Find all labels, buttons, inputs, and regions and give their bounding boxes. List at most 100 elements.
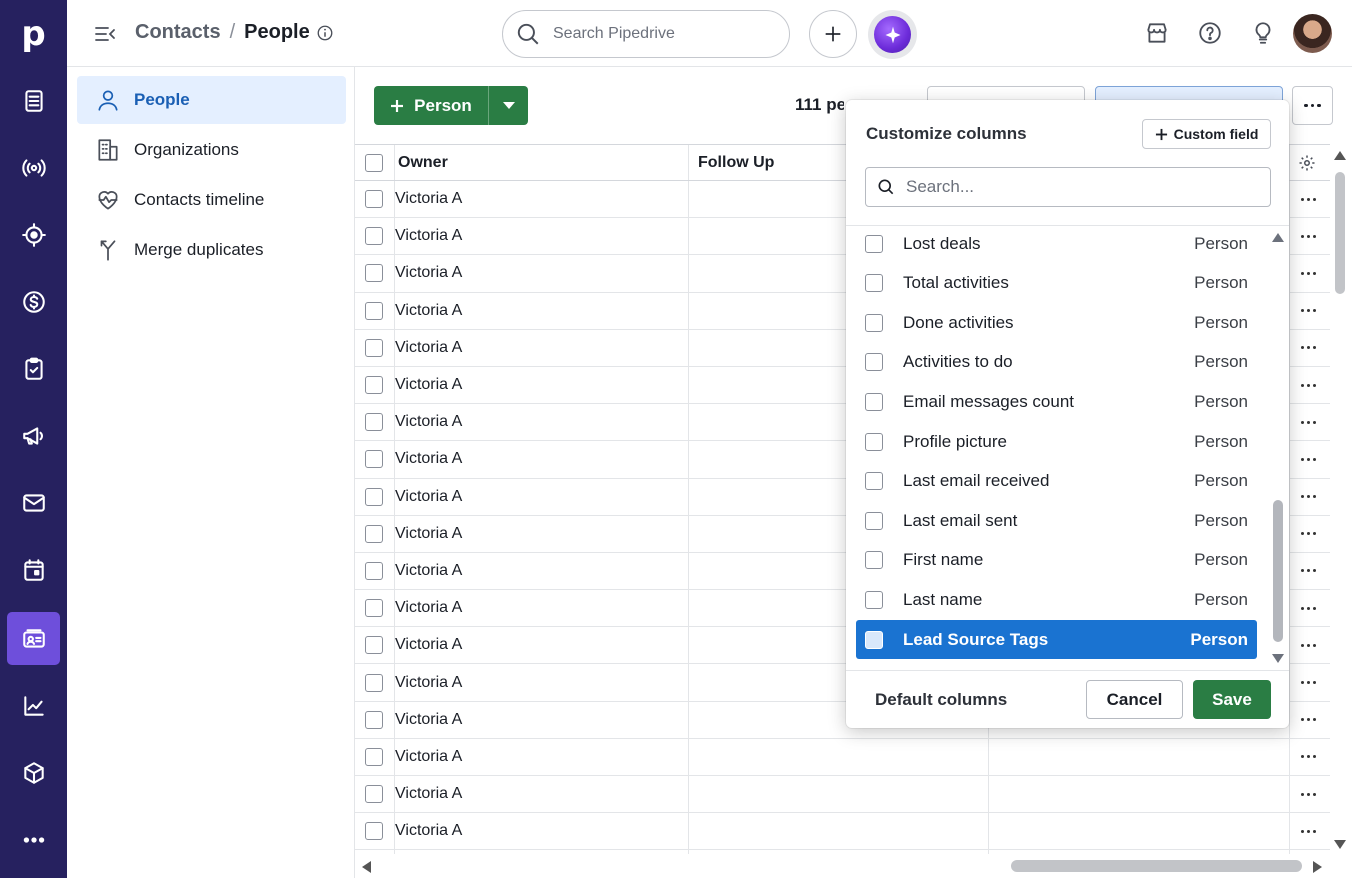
target-icon[interactable] [7, 208, 60, 261]
breadcrumb-contacts[interactable]: Contacts [135, 21, 221, 44]
row-actions-icon[interactable] [1301, 776, 1316, 812]
row-checkbox[interactable] [365, 664, 383, 700]
subnav-item-contacts-timeline[interactable]: Contacts timeline [77, 176, 346, 224]
row-actions-icon[interactable] [1301, 367, 1316, 403]
row-checkbox[interactable] [365, 739, 383, 775]
row-checkbox[interactable] [365, 293, 383, 329]
row-checkbox[interactable] [365, 441, 383, 477]
column-option[interactable]: First name Person [856, 541, 1257, 580]
column-option[interactable]: Lead Source Tags Person [856, 620, 1257, 659]
pipedrive-logo[interactable]: p [0, 0, 67, 67]
row-checkbox[interactable] [365, 553, 383, 589]
column-option[interactable]: Last email sent Person [856, 501, 1257, 540]
row-actions-icon[interactable] [1301, 293, 1316, 329]
collapse-menu-icon[interactable] [93, 22, 117, 46]
scroll-up-arrow-icon[interactable] [1334, 151, 1346, 160]
owner-cell[interactable]: Victoria A [395, 702, 462, 738]
column-option[interactable]: Total activities Person [856, 264, 1257, 303]
row-actions-icon[interactable] [1301, 590, 1316, 626]
row-checkbox[interactable] [365, 181, 383, 217]
columns-search-input[interactable]: Search... [865, 167, 1271, 207]
row-actions-icon[interactable] [1301, 739, 1316, 775]
table-vertical-scrollbar[interactable] [1333, 144, 1352, 854]
column-option-checkbox[interactable] [865, 234, 883, 253]
column-header-owner[interactable]: Owner [398, 145, 448, 181]
owner-cell[interactable]: Victoria A [395, 404, 462, 440]
row-checkbox[interactable] [365, 590, 383, 626]
scroll-up-arrow-icon[interactable] [1272, 233, 1284, 242]
owner-cell[interactable]: Victoria A [395, 218, 462, 254]
row-checkbox[interactable] [365, 516, 383, 552]
subnav-item-merge-duplicates[interactable]: Merge duplicates [77, 226, 346, 274]
contacts-card-icon[interactable] [7, 612, 60, 665]
owner-cell[interactable]: Victoria A [395, 590, 462, 626]
subnav-item-people[interactable]: People [77, 76, 346, 124]
owner-cell[interactable]: Victoria A [395, 255, 462, 291]
row-actions-icon[interactable] [1301, 479, 1316, 515]
table-row[interactable]: Victoria A [355, 813, 1330, 851]
column-option[interactable]: Lost deals Person [856, 224, 1257, 263]
column-option-checkbox[interactable] [865, 630, 883, 649]
column-settings-icon[interactable] [1298, 145, 1316, 181]
table-row[interactable]: Victoria A [355, 776, 1330, 814]
subnav-item-organizations[interactable]: Organizations [77, 126, 346, 174]
column-option-checkbox[interactable] [865, 353, 883, 372]
column-option-checkbox[interactable] [865, 392, 883, 411]
row-actions-icon[interactable] [1301, 516, 1316, 552]
broadcast-icon[interactable] [7, 141, 60, 194]
table-horizontal-scrollbar[interactable] [355, 855, 1333, 878]
column-option-checkbox[interactable] [865, 511, 883, 530]
row-checkbox[interactable] [365, 702, 383, 738]
custom-field-button[interactable]: Custom field [1142, 119, 1271, 149]
column-option[interactable]: Last email received Person [856, 462, 1257, 501]
owner-cell[interactable]: Victoria A [395, 181, 462, 217]
scroll-right-arrow-icon[interactable] [1313, 861, 1322, 873]
owner-cell[interactable]: Victoria A [395, 553, 462, 589]
column-option[interactable]: Email messages count Person [856, 382, 1257, 421]
owner-cell[interactable]: Victoria A [395, 293, 462, 329]
row-checkbox[interactable] [365, 813, 383, 849]
owner-cell[interactable]: Victoria A [395, 479, 462, 515]
scroll-left-arrow-icon[interactable] [362, 861, 371, 873]
column-option-checkbox[interactable] [865, 590, 883, 609]
row-actions-icon[interactable] [1301, 441, 1316, 477]
help-icon[interactable] [1195, 18, 1225, 48]
row-checkbox[interactable] [365, 479, 383, 515]
column-option-checkbox[interactable] [865, 551, 883, 570]
more-icon[interactable] [7, 813, 60, 866]
chart-icon[interactable] [7, 679, 60, 732]
owner-cell[interactable]: Victoria A [395, 664, 462, 700]
row-actions-icon[interactable] [1301, 664, 1316, 700]
table-row[interactable]: Victoria A [355, 739, 1330, 776]
add-person-button[interactable]: Person [374, 86, 489, 125]
more-options-button[interactable] [1292, 86, 1333, 125]
scrollbar-thumb[interactable] [1335, 172, 1345, 294]
user-avatar[interactable] [1293, 14, 1332, 53]
select-all-checkbox[interactable] [365, 145, 383, 181]
column-option-checkbox[interactable] [865, 432, 883, 451]
calendar-icon[interactable] [7, 543, 60, 596]
row-actions-icon[interactable] [1301, 181, 1316, 217]
columns-list-scrollbar[interactable] [1272, 230, 1284, 670]
owner-cell[interactable]: Victoria A [395, 441, 462, 477]
row-checkbox[interactable] [365, 330, 383, 366]
scroll-down-arrow-icon[interactable] [1334, 840, 1346, 849]
quick-add-button[interactable] [809, 10, 857, 58]
row-checkbox[interactable] [365, 404, 383, 440]
column-header-follow-up[interactable]: Follow Up [698, 145, 774, 181]
row-checkbox[interactable] [365, 255, 383, 291]
column-option[interactable]: Done activities Person [856, 303, 1257, 342]
cancel-button[interactable]: Cancel [1086, 680, 1183, 719]
owner-cell[interactable]: Victoria A [395, 367, 462, 403]
row-actions-icon[interactable] [1301, 813, 1316, 849]
scrollbar-thumb[interactable] [1273, 500, 1283, 642]
row-actions-icon[interactable] [1301, 404, 1316, 440]
column-option-checkbox[interactable] [865, 313, 883, 332]
scrollbar-thumb[interactable] [1011, 860, 1302, 872]
save-button[interactable]: Save [1193, 680, 1271, 719]
add-person-dropdown[interactable] [489, 86, 528, 125]
row-checkbox[interactable] [365, 218, 383, 254]
row-actions-icon[interactable] [1301, 330, 1316, 366]
row-actions-icon[interactable] [1301, 255, 1316, 291]
row-actions-icon[interactable] [1301, 702, 1316, 738]
